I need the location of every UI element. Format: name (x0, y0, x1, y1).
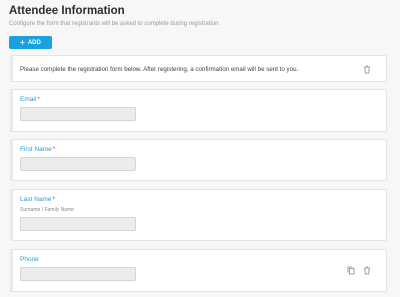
card-accent (10, 89, 13, 132)
card-accent (10, 189, 13, 241)
card-accent (10, 55, 13, 82)
field-label-text: Last Name (20, 196, 52, 203)
required-mark: * (52, 196, 55, 203)
field-card-email[interactable]: Email* (10, 89, 387, 132)
last-name-field[interactable] (20, 217, 136, 231)
add-button-label: ADD (27, 39, 41, 46)
plus-icon: + (20, 37, 25, 47)
first-name-field[interactable] (20, 157, 136, 171)
field-label: Last Name* (20, 196, 55, 203)
card-accent (10, 139, 13, 181)
notice-card[interactable]: Please complete the registration form be… (10, 55, 387, 82)
notice-text: Please complete the registration form be… (20, 66, 299, 73)
page-title: Attendee Information (9, 5, 125, 17)
field-label-text: Email (20, 96, 37, 103)
field-label-text: Phone (20, 256, 39, 263)
field-card-phone[interactable]: Phone (10, 249, 387, 292)
trash-icon[interactable] (362, 265, 372, 275)
copy-icon[interactable] (346, 265, 356, 275)
email-field[interactable] (20, 107, 136, 121)
required-mark: * (52, 146, 56, 153)
field-label: Phone (20, 256, 40, 263)
field-label: First Name* (20, 146, 55, 153)
card-accent (10, 249, 13, 292)
phone-field[interactable] (20, 267, 136, 281)
field-label-text: First Name (20, 146, 52, 153)
field-card-first-name[interactable]: First Name* (10, 139, 387, 181)
add-button[interactable]: + ADD (9, 36, 52, 49)
field-label: Email* (20, 96, 40, 103)
field-hint: Surname / Family Name (20, 207, 74, 213)
required-mark: * (37, 96, 40, 103)
field-card-last-name[interactable]: Last Name* Surname / Family Name (10, 189, 387, 241)
page-subtitle: Configure the form that registrants will… (9, 21, 221, 27)
trash-icon[interactable] (362, 64, 372, 74)
